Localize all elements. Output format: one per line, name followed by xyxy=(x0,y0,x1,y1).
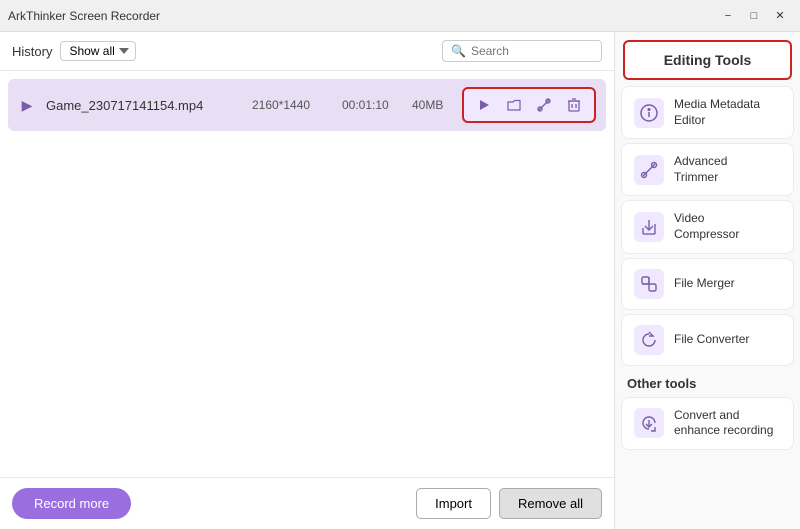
file-merger-icon xyxy=(634,269,664,299)
tool-advanced-trimmer[interactable]: AdvancedTrimmer xyxy=(621,143,794,196)
delete-button[interactable] xyxy=(562,93,586,117)
title-bar-controls: − □ ✕ xyxy=(716,6,792,26)
file-converter-label: File Converter xyxy=(674,332,749,348)
right-panel: Editing Tools Media MetadataEditor xyxy=(615,32,800,529)
file-list: ▶ Game_230717141154.mp4 2160*1440 00:01:… xyxy=(0,71,614,477)
search-input[interactable] xyxy=(471,44,591,58)
file-merger-label: File Merger xyxy=(674,276,735,292)
tool-file-converter[interactable]: File Converter xyxy=(621,314,794,366)
file-actions xyxy=(462,87,596,123)
video-compressor-icon xyxy=(634,212,664,242)
folder-button[interactable] xyxy=(502,93,526,117)
editing-tools-header: Editing Tools xyxy=(623,40,792,80)
app-title: ArkThinker Screen Recorder xyxy=(8,9,716,23)
maximize-button[interactable]: □ xyxy=(742,6,766,26)
video-compressor-label: VideoCompressor xyxy=(674,211,739,242)
close-button[interactable]: ✕ xyxy=(768,6,792,26)
file-size: 40MB xyxy=(412,98,452,112)
footer: Record more Import Remove all xyxy=(0,477,614,529)
advanced-trimmer-icon xyxy=(634,155,664,185)
search-icon: 🔍 xyxy=(451,44,466,58)
convert-enhance-label: Convert andenhance recording xyxy=(674,408,773,439)
minimize-button[interactable]: − xyxy=(716,6,740,26)
record-more-button[interactable]: Record more xyxy=(12,488,131,519)
tool-convert-enhance[interactable]: Convert andenhance recording xyxy=(621,397,794,450)
title-bar: ArkThinker Screen Recorder − □ ✕ xyxy=(0,0,800,32)
file-type-icon: ▶ xyxy=(18,97,36,114)
editing-tools-title: Editing Tools xyxy=(664,52,752,68)
trim-button[interactable] xyxy=(532,93,556,117)
header-bar: History Show all 🔍 xyxy=(0,32,614,71)
file-resolution: 2160*1440 xyxy=(252,98,332,112)
play-button[interactable] xyxy=(472,93,496,117)
show-all-select[interactable]: Show all xyxy=(60,41,136,61)
tool-video-compressor[interactable]: VideoCompressor xyxy=(621,200,794,253)
left-panel: History Show all 🔍 ▶ Game_230717141154.m… xyxy=(0,32,615,529)
import-button[interactable]: Import xyxy=(416,488,491,519)
convert-enhance-icon xyxy=(634,408,664,438)
file-name: Game_230717141154.mp4 xyxy=(46,98,242,113)
table-row[interactable]: ▶ Game_230717141154.mp4 2160*1440 00:01:… xyxy=(8,79,606,131)
remove-all-button[interactable]: Remove all xyxy=(499,488,602,519)
history-label: History xyxy=(12,44,52,59)
main-container: History Show all 🔍 ▶ Game_230717141154.m… xyxy=(0,32,800,529)
tool-media-metadata[interactable]: Media MetadataEditor xyxy=(621,86,794,139)
advanced-trimmer-label: AdvancedTrimmer xyxy=(674,154,727,185)
media-metadata-icon xyxy=(634,98,664,128)
search-box: 🔍 xyxy=(442,40,602,62)
other-tools-header: Other tools xyxy=(615,368,800,395)
file-duration: 00:01:10 xyxy=(342,98,402,112)
tool-file-merger[interactable]: File Merger xyxy=(621,258,794,310)
media-metadata-label: Media MetadataEditor xyxy=(674,97,760,128)
file-converter-icon xyxy=(634,325,664,355)
